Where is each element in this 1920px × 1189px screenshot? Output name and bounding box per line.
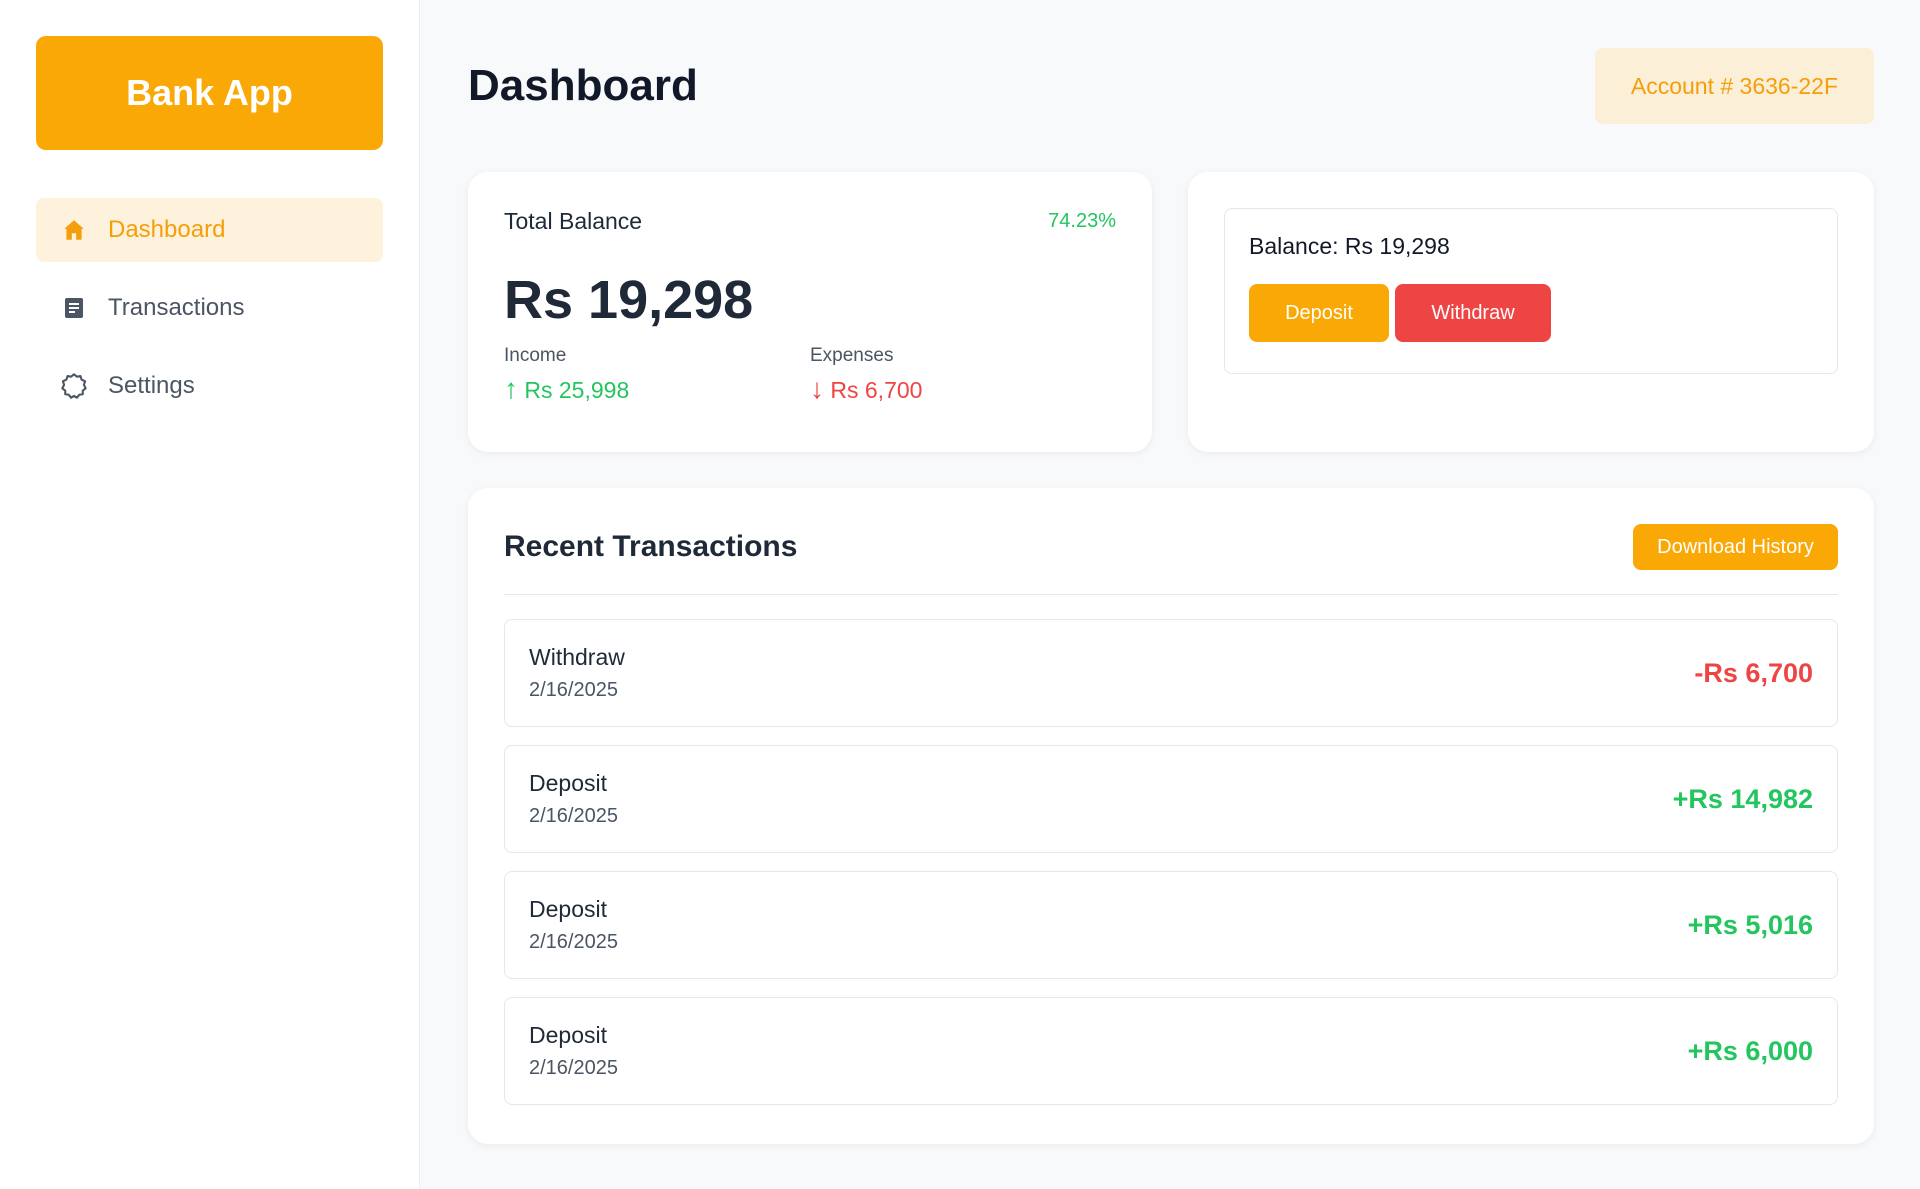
action-panel: Balance: Rs 19,298 Deposit Withdraw xyxy=(1224,208,1838,374)
transaction-date: 2/16/2025 xyxy=(529,931,618,953)
sidebar: Bank App Dashboard Transactions Settings xyxy=(0,0,420,1189)
withdraw-button[interactable]: Withdraw xyxy=(1395,284,1551,342)
sidebar-item-transactions[interactable]: Transactions xyxy=(36,276,383,340)
action-balance: Balance: Rs 19,298 xyxy=(1249,233,1450,259)
list-item: Deposit 2/16/2025 +Rs 6,000 xyxy=(504,997,1838,1105)
transaction-amount: +Rs 6,000 xyxy=(1687,1035,1813,1066)
recent-transactions-title: Recent Transactions xyxy=(504,530,798,563)
transaction-type: Deposit xyxy=(529,770,607,796)
sidebar-item-label: Dashboard xyxy=(108,216,226,243)
expense-value: Rs 6,700 xyxy=(830,377,923,403)
transaction-amount: -Rs 6,700 xyxy=(1694,657,1813,688)
balance-card: Total Balance 74.23% Rs 19,298 Income ↑ … xyxy=(468,172,1152,452)
recent-transactions-card: Recent Transactions Download History Wit… xyxy=(468,488,1874,1144)
total-balance-amount: Rs 19,298 xyxy=(504,270,754,330)
transaction-type: Deposit xyxy=(529,1022,607,1048)
divider xyxy=(504,594,1838,595)
transaction-type: Deposit xyxy=(529,896,607,922)
total-balance-label: Total Balance xyxy=(504,208,643,234)
transaction-list: Withdraw 2/16/2025 -Rs 6,700 Deposit 2/1… xyxy=(504,619,1838,1105)
gear-icon xyxy=(60,372,88,400)
arrow-up-icon: ↑ xyxy=(504,373,518,404)
balance-percent: 74.23% xyxy=(1048,210,1116,232)
download-history-button[interactable]: Download History xyxy=(1633,524,1838,570)
app-root: Bank App Dashboard Transactions Settings xyxy=(0,0,1920,1189)
sidebar-nav: Dashboard Transactions Settings xyxy=(36,198,383,418)
income-label: Income xyxy=(504,345,567,366)
transaction-date: 2/16/2025 xyxy=(529,1057,618,1079)
transaction-date: 2/16/2025 xyxy=(529,679,618,701)
deposit-button[interactable]: Deposit xyxy=(1249,284,1389,342)
income-value: Rs 25,998 xyxy=(524,377,630,403)
expense-summary: Expenses ↓ Rs 6,700 xyxy=(810,345,1116,405)
app-logo: Bank App xyxy=(36,36,383,150)
main-content: Dashboard Account # 3636-22F Total Balan… xyxy=(420,0,1920,1189)
action-card: Balance: Rs 19,298 Deposit Withdraw xyxy=(1188,172,1874,452)
list-item: Withdraw 2/16/2025 -Rs 6,700 xyxy=(504,619,1838,727)
transaction-amount: +Rs 5,016 xyxy=(1687,909,1813,940)
page-title: Dashboard xyxy=(468,61,698,110)
arrow-down-icon: ↓ xyxy=(810,373,824,404)
sidebar-item-label: Settings xyxy=(108,372,195,399)
sidebar-item-label: Transactions xyxy=(108,294,245,321)
sidebar-item-settings[interactable]: Settings xyxy=(36,354,383,418)
page-header: Dashboard Account # 3636-22F xyxy=(468,48,1874,124)
list-item: Deposit 2/16/2025 +Rs 14,982 xyxy=(504,745,1838,853)
summary-cards: Total Balance 74.23% Rs 19,298 Income ↑ … xyxy=(468,172,1874,452)
home-icon xyxy=(60,216,88,244)
transaction-date: 2/16/2025 xyxy=(529,805,618,827)
sidebar-item-dashboard[interactable]: Dashboard xyxy=(36,198,383,262)
expense-label: Expenses xyxy=(810,345,894,366)
transaction-type: Withdraw xyxy=(529,644,625,670)
transaction-amount: +Rs 14,982 xyxy=(1672,783,1813,814)
list-item: Deposit 2/16/2025 +Rs 5,016 xyxy=(504,871,1838,979)
income-summary: Income ↑ Rs 25,998 xyxy=(504,345,810,405)
document-icon xyxy=(60,294,88,322)
account-badge: Account # 3636-22F xyxy=(1594,48,1874,124)
